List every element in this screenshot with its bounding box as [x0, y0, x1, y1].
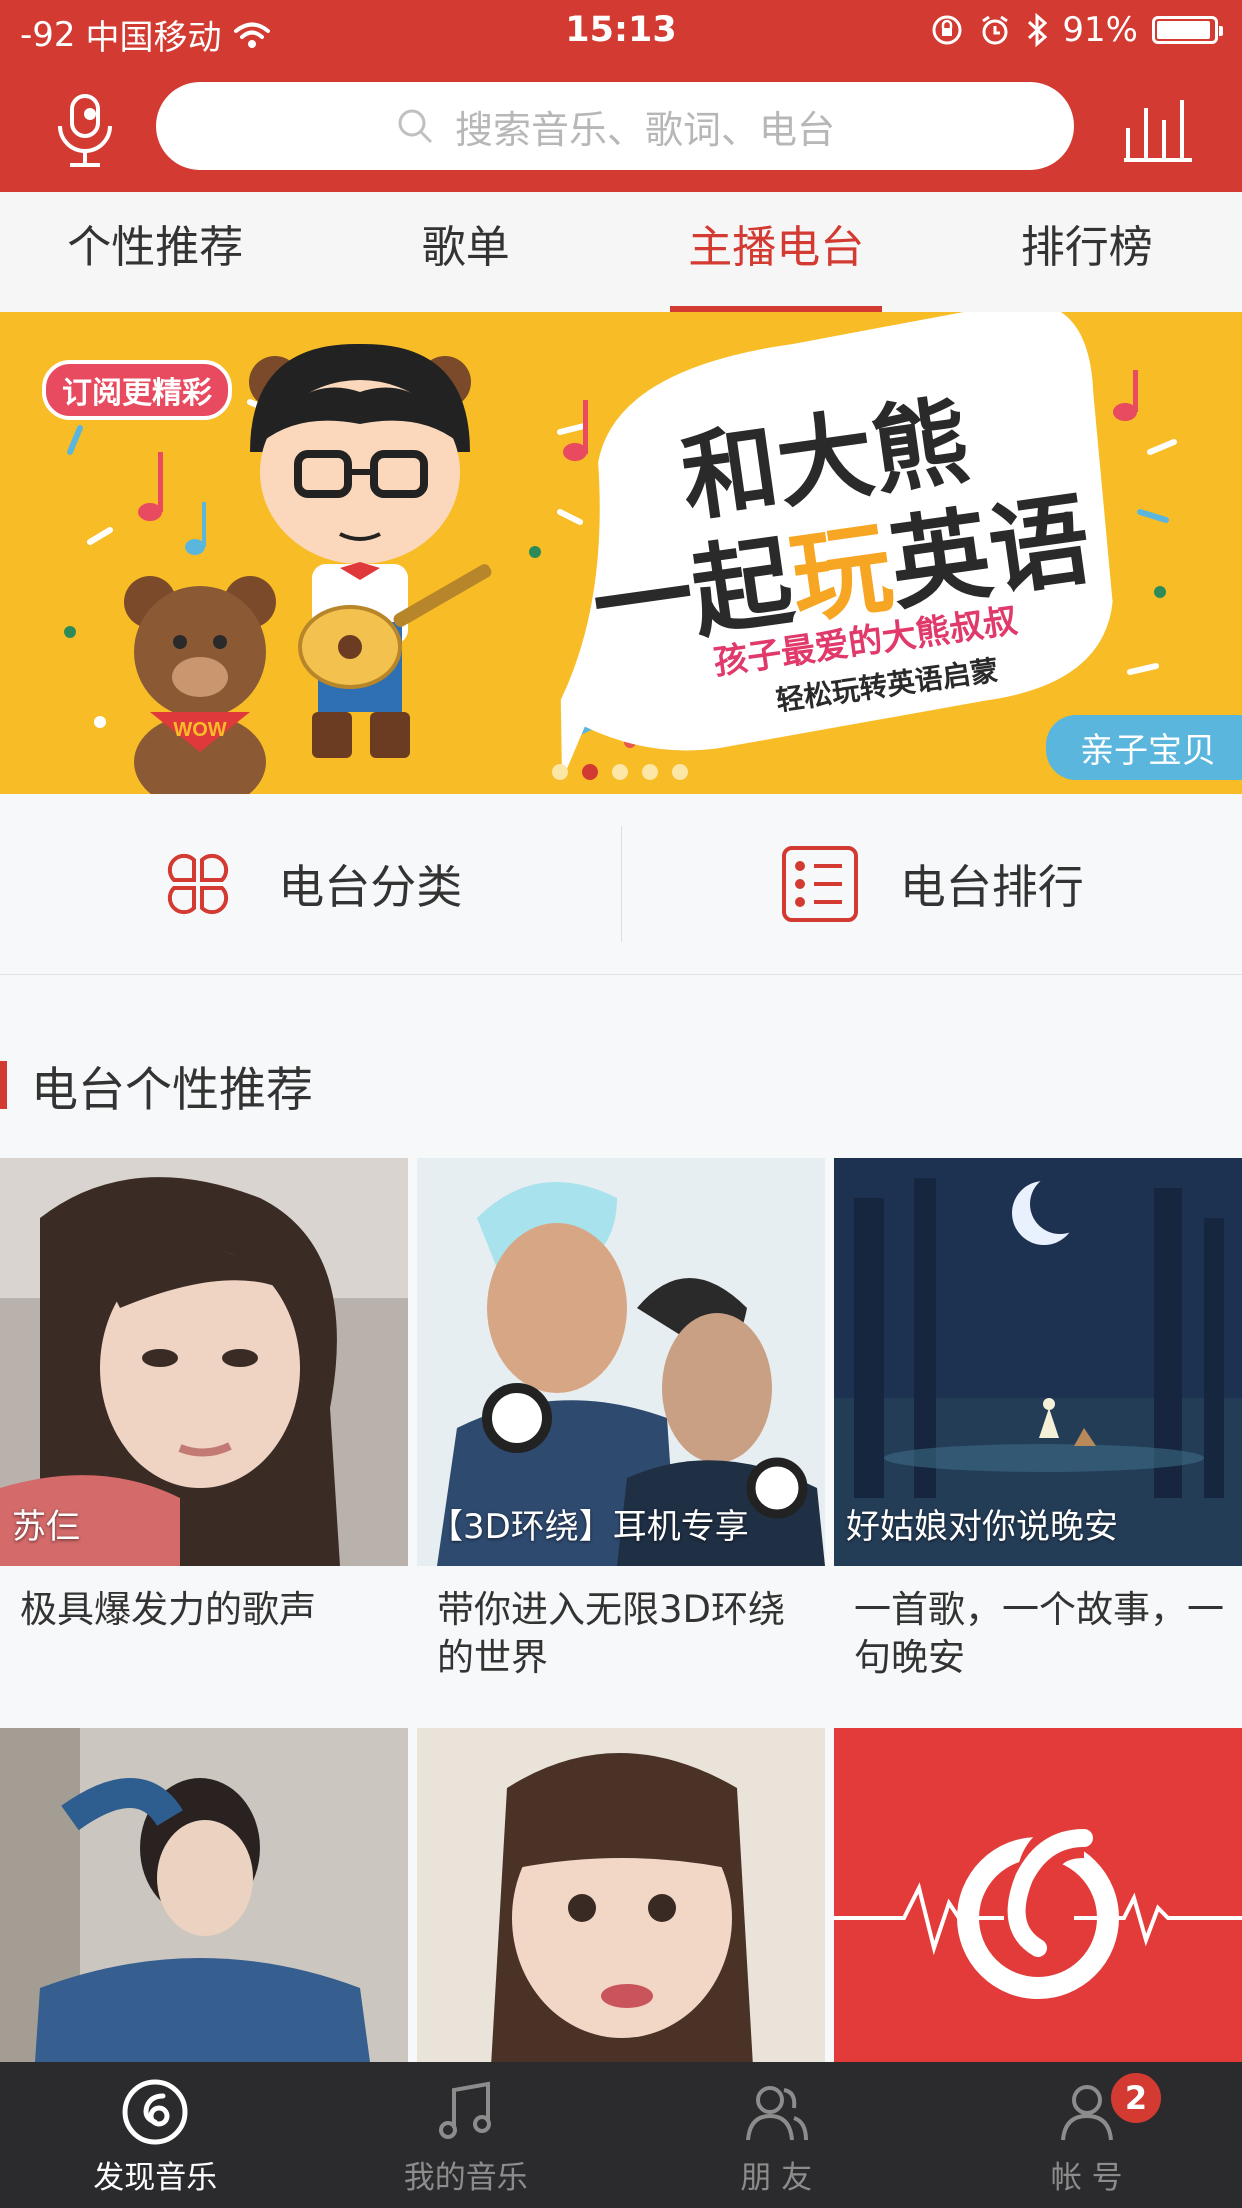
nav-label: 发现音乐 [93, 2160, 218, 2196]
pagination-dot[interactable] [672, 764, 688, 780]
radio-card-cover[interactable]: 【3D环绕】耳机专享 [417, 1158, 825, 1566]
svg-text:WOW: WOW [173, 719, 226, 741]
ranking-list-icon [781, 846, 858, 922]
status-bar: -92 中国移动 15:13 91% [0, 0, 1242, 62]
radio-category-label: 电台分类 [278, 860, 463, 914]
radio-card-overlay: 苏仨 [12, 1507, 80, 1547]
search-icon [398, 109, 433, 144]
radio-card-overlay: 【3D环绕】耳机专享 [429, 1507, 749, 1547]
radio-card-description: 一首歌，一个故事，一句晚安 [854, 1588, 1224, 1679]
search-input[interactable]: 搜索音乐、歌词、电台 [156, 82, 1074, 170]
radio-card[interactable]: 苏仨 极具爆发力的歌声 [0, 1158, 408, 1634]
discover-music-icon [122, 2079, 188, 2145]
now-playing-icon[interactable] [1122, 98, 1194, 162]
status-right: 91% [930, 10, 1223, 50]
banner-category-tag: 亲子宝贝 [1046, 715, 1242, 780]
tab-radio[interactable]: 主播电台 [621, 192, 932, 312]
notification-badge: 2 [1108, 2070, 1164, 2126]
battery-percent: 91% [1062, 10, 1138, 50]
category-icon [168, 853, 229, 915]
bluetooth-icon [1028, 12, 1048, 48]
bottom-nav: 发现音乐 我的音乐 朋 友 帐 号 [0, 2062, 1242, 2208]
radio-card-cover[interactable]: 好姑娘对你说晚安 [834, 1158, 1242, 1566]
nav-label: 我的音乐 [403, 2160, 528, 2196]
radio-card-cover[interactable]: 苏仨 [0, 1158, 408, 1566]
section-accent-bar [0, 1061, 7, 1109]
radio-ranking-label: 电台排行 [899, 860, 1084, 914]
banner-pagination [552, 764, 688, 780]
promo-banner[interactable]: WOW 订阅更精彩 和大熊 一起玩英语 孩子最爱的大熊叔叔 轻松玩转英语启蒙 亲… [0, 312, 1242, 794]
nav-label: 朋 友 [740, 2160, 813, 2196]
nav-friends[interactable]: 朋 友 [621, 2062, 932, 2208]
pagination-dot[interactable] [612, 764, 628, 780]
radio-entries: 电台分类 电台排行 [0, 794, 1242, 975]
tab-charts[interactable]: 排行榜 [932, 192, 1242, 312]
subscribe-badge: 订阅更精彩 [42, 360, 232, 420]
radio-category-button[interactable]: 电台分类 [0, 794, 621, 974]
pagination-dot[interactable] [552, 764, 568, 780]
pagination-dot-active[interactable] [582, 764, 598, 780]
section-title: 电台个性推荐 [31, 1062, 313, 1118]
alarm-icon [982, 15, 1009, 45]
top-tabs: 个性推荐 歌单 主播电台 排行榜 [0, 192, 1242, 313]
radio-card-description: 带你进入无限3D环绕的世界 [437, 1588, 786, 1679]
app-header: -92 中国移动 15:13 91% 搜索音乐、歌词、电台 [0, 0, 1242, 192]
battery-icon [1152, 16, 1223, 44]
nav-label: 帐 号 [1050, 2160, 1123, 2196]
friends-icon [746, 2086, 809, 2141]
nav-my-music[interactable]: 我的音乐 [311, 2062, 622, 2208]
nav-account[interactable]: 帐 号 [932, 2062, 1242, 2208]
pagination-dot[interactable] [642, 764, 658, 780]
radio-card-description: 极具爆发力的歌声 [20, 1588, 316, 1631]
microphone-icon[interactable] [50, 92, 120, 170]
radio-card-overlay: 好姑娘对你说晚安 [846, 1507, 1118, 1547]
radio-card[interactable]: 【3D环绕】耳机专享 带你进入无限3D环绕的世界 [417, 1158, 825, 1682]
tab-recommend[interactable]: 个性推荐 [0, 192, 311, 312]
radio-card[interactable]: 好姑娘对你说晚安 一首歌，一个故事，一句晚安 [834, 1158, 1242, 1682]
radio-ranking-button[interactable]: 电台排行 [622, 794, 1242, 974]
section-header: 电台个性推荐 [0, 1054, 313, 1118]
tab-playlists[interactable]: 歌单 [311, 192, 622, 312]
search-placeholder: 搜索音乐、歌词、电台 [454, 107, 835, 152]
nav-discover-music[interactable]: 发现音乐 [0, 2062, 311, 2208]
music-note-icon [438, 2081, 491, 2139]
rotation-lock-icon [932, 15, 962, 45]
